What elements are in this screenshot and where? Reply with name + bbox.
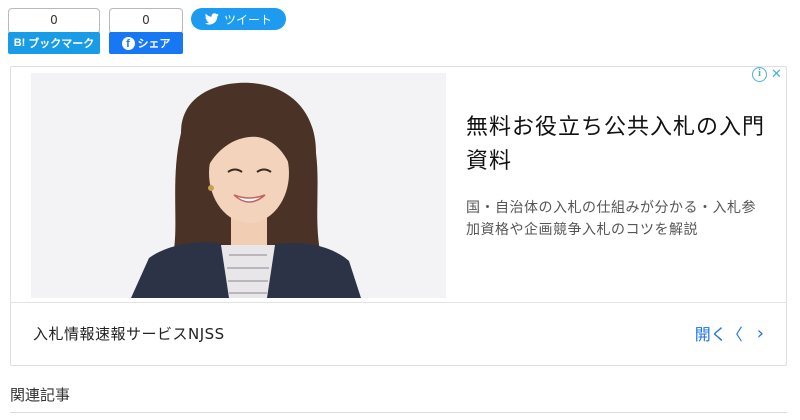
facebook-icon: f bbox=[121, 36, 135, 50]
hatena-share: 0 B! ブックマーク bbox=[8, 8, 100, 54]
ad-open-button[interactable]: 開く〈 › bbox=[695, 321, 764, 345]
facebook-count: 0 bbox=[109, 8, 183, 34]
ad-advertiser-name[interactable]: 入札情報速報サービスNJSS bbox=[33, 323, 225, 344]
hatena-count: 0 bbox=[8, 8, 100, 34]
chevron-right-icon: › bbox=[756, 322, 764, 344]
twitter-bird-icon bbox=[204, 13, 219, 25]
hatena-logo-icon: B! bbox=[13, 37, 26, 49]
ad-headline[interactable]: 無料お役立ち公共入札の入門資料 bbox=[466, 111, 766, 179]
tweet-button[interactable]: ツイート bbox=[191, 8, 286, 30]
open-label: 開く〈 bbox=[694, 325, 743, 344]
related-articles-heading: 関連記事 bbox=[10, 386, 71, 404]
tweet-label: ツイート bbox=[223, 12, 272, 27]
ad-close-icon[interactable]: ✕ bbox=[769, 67, 784, 82]
facebook-share-button[interactable]: f シェア bbox=[109, 32, 183, 54]
ad-divider bbox=[11, 302, 786, 303]
divider bbox=[10, 412, 787, 413]
ad-image[interactable] bbox=[31, 73, 446, 298]
hatena-label: ブックマーク bbox=[28, 37, 95, 50]
ad-choices: i ✕ bbox=[752, 67, 784, 82]
ad-info-icon[interactable]: i bbox=[752, 67, 767, 82]
ad-description: 国・自治体の入札の仕組みが分かる・入札参加資格や企画競争入札のコツを解説 bbox=[466, 200, 756, 238]
ad-card[interactable]: i ✕ 無料お役立ち公共入札の入門資料 国・自治体の入札の仕組みが分かる・入札参… bbox=[10, 66, 787, 366]
woman-photo-illustration bbox=[31, 73, 446, 298]
facebook-share: 0 f シェア bbox=[109, 8, 183, 54]
facebook-label: シェア bbox=[137, 37, 171, 50]
hatena-bookmark-button[interactable]: B! ブックマーク bbox=[8, 32, 100, 54]
